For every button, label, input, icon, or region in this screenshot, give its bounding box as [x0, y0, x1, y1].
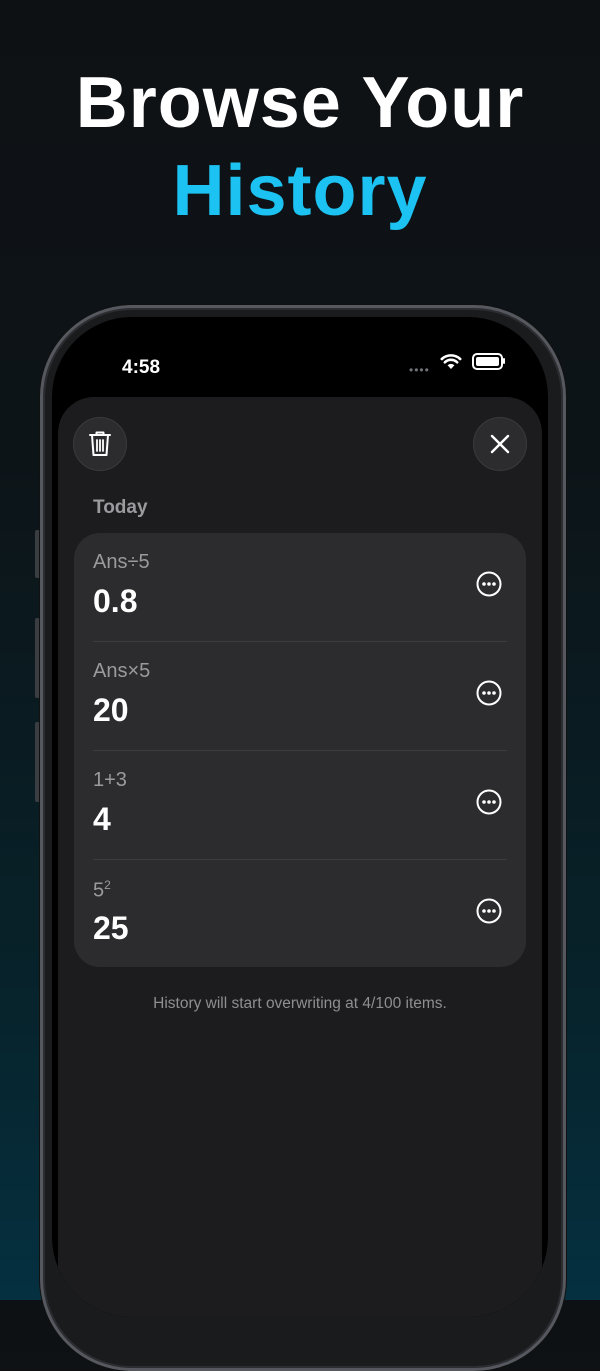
- history-expression: Ans×5: [93, 660, 151, 682]
- history-limit-note: History will start overwriting at 4/100 …: [153, 995, 447, 1012]
- more-options-icon[interactable]: [476, 898, 502, 924]
- section-label-today: Today: [93, 497, 148, 518]
- more-options-icon[interactable]: [476, 680, 502, 706]
- expression-exponent: 2: [104, 878, 111, 892]
- more-options-icon[interactable]: [476, 789, 502, 815]
- clear-history-button[interactable]: [73, 417, 127, 471]
- history-result: 4: [93, 801, 111, 837]
- history-result: 0.8: [93, 583, 138, 619]
- signal-dots: ••••: [409, 363, 430, 377]
- battery-tip: [503, 358, 505, 364]
- battery-icon: [472, 353, 503, 370]
- history-row[interactable]: Ans×5 20: [74, 642, 526, 751]
- wifi-icon: [440, 354, 462, 369]
- history-expression: 52: [93, 878, 111, 903]
- history-expression: Ans÷5: [93, 551, 150, 573]
- more-options-icon[interactable]: [476, 571, 502, 597]
- history-row[interactable]: 52 25: [74, 860, 526, 969]
- status-time: 4:58: [122, 357, 161, 378]
- history-expression: 1+3: [93, 769, 127, 791]
- history-sheet: Today Ans÷5 0.8 Ans×5 20 1+3 4 52 25 His…: [58, 397, 542, 1317]
- history-result: 20: [93, 692, 129, 728]
- trash-icon: [89, 431, 111, 456]
- headline-line-2: History: [172, 151, 428, 231]
- expression-base: 5: [93, 879, 105, 902]
- phone-screen: 4:58 •••• Today Ans÷5 0.8 Ans×5 20 1+3 4…: [52, 317, 548, 1317]
- history-list: Ans÷5 0.8 Ans×5 20 1+3 4 52 25: [74, 533, 526, 967]
- close-icon: [490, 434, 510, 454]
- headline-line-1: Browse Your: [75, 63, 525, 143]
- close-history-button[interactable]: [473, 417, 527, 471]
- history-row[interactable]: 1+3 4: [74, 751, 526, 860]
- history-result: 25: [93, 910, 129, 946]
- history-row[interactable]: Ans÷5 0.8: [74, 533, 526, 642]
